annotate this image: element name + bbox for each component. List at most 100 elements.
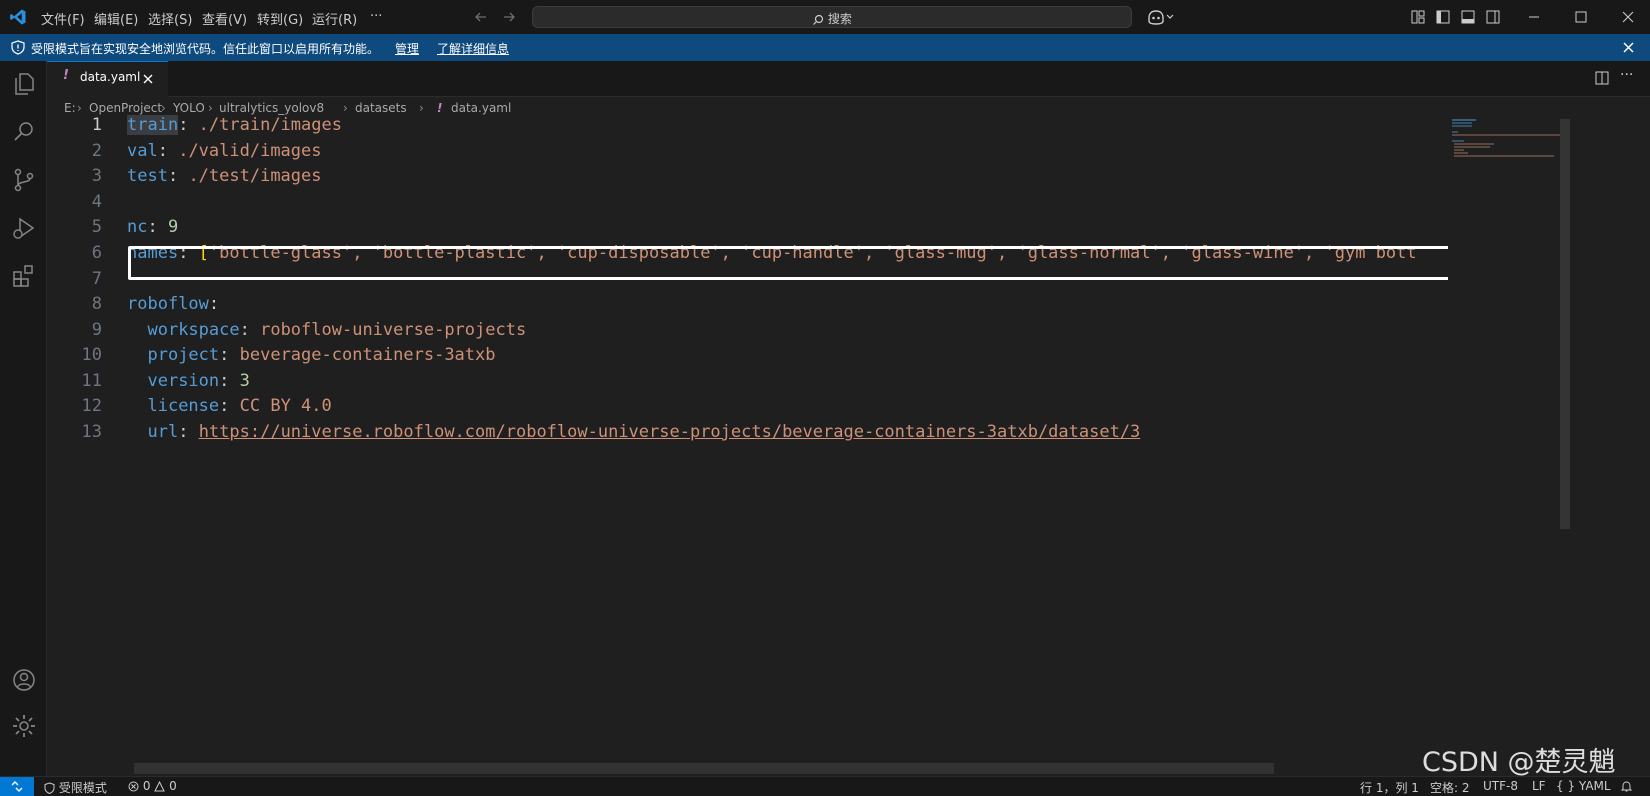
minimize-icon[interactable]: [1528, 11, 1540, 23]
breadcrumb-item[interactable]: OpenProject: [89, 101, 162, 115]
menu-view[interactable]: 查看(V): [202, 9, 247, 28]
problems-status[interactable]: 0 0: [128, 779, 177, 793]
line-number: 9: [91, 320, 102, 340]
explorer-icon[interactable]: [11, 71, 37, 97]
search-view-icon[interactable]: [11, 119, 37, 145]
more-actions-icon[interactable]: ···: [1620, 67, 1633, 83]
restricted-mode-banner: 受限模式旨在实现安全地浏览代码。信任此窗口以启用所有功能。 管理 了解详细信息: [0, 34, 1650, 61]
menu-selection[interactable]: 选择(S): [148, 9, 192, 28]
code-line: project: beverage-containers-3atxb: [147, 345, 496, 365]
line-number: 4: [91, 192, 102, 212]
toggle-secondary-sidebar-icon[interactable]: [1486, 10, 1500, 24]
breadcrumb-item[interactable]: ultralytics_yolov8: [219, 101, 324, 115]
minimap[interactable]: [1448, 119, 1565, 719]
code-line: val: ./valid/images: [127, 141, 322, 161]
line-number: 11: [81, 371, 102, 391]
status-bar: 受限模式 0 0 行 1，列 1 空格: 2 UTF-8 LF { } YAML: [0, 776, 1650, 796]
close-window-icon[interactable]: [1622, 11, 1634, 23]
menu-more[interactable]: ···: [370, 9, 382, 24]
yaml-file-icon: !: [63, 68, 69, 83]
banner-learn-more-link[interactable]: 了解详细信息: [437, 40, 509, 57]
remote-icon: [11, 781, 23, 792]
customize-layout-icon[interactable]: [1411, 10, 1425, 24]
code-line: test: ./test/images: [127, 166, 322, 186]
line-number: 13: [81, 422, 102, 442]
tab-close-icon[interactable]: [143, 74, 153, 84]
eol-status[interactable]: LF: [1532, 779, 1546, 793]
breadcrumb-item[interactable]: YOLO: [173, 101, 205, 115]
title-bar: 文件(F) 编辑(E) 选择(S) 查看(V) 转到(G) 运行(R) ··· …: [0, 0, 1650, 34]
menu-run[interactable]: 运行(R): [312, 9, 357, 28]
remote-indicator[interactable]: [0, 777, 34, 796]
breadcrumb-item[interactable]: E:: [64, 101, 76, 115]
chevron-right-icon: ›: [419, 101, 424, 115]
back-arrow-icon[interactable]: [474, 10, 488, 24]
menu-go[interactable]: 转到(G): [257, 9, 303, 28]
yaml-value: ./valid/images: [178, 141, 322, 161]
notifications-bell-icon[interactable]: [1620, 780, 1633, 793]
chevron-right-icon: ›: [77, 101, 82, 115]
maximize-icon[interactable]: [1575, 11, 1587, 23]
shield-icon: [44, 782, 55, 794]
code-editor[interactable]: 1 train: ./train/images 2 val: ./valid/i…: [47, 115, 1650, 776]
code-line: workspace: roboflow-universe-projects: [147, 320, 527, 340]
line-number: 5: [91, 217, 102, 237]
line-number: 6: [91, 243, 102, 263]
vertical-scrollbar[interactable]: [1560, 119, 1570, 529]
yaml-value: CC BY 4.0: [239, 396, 332, 416]
yaml-key: version: [147, 371, 220, 391]
line-number: 10: [81, 345, 102, 365]
yaml-key: project: [147, 345, 220, 365]
toggle-primary-sidebar-icon[interactable]: [1436, 10, 1450, 24]
warning-count: 0: [169, 779, 177, 793]
code-line: license: CC BY 4.0: [147, 396, 332, 416]
shield-icon: [11, 40, 25, 55]
command-center-search[interactable]: 搜索: [532, 6, 1132, 28]
split-editor-icon[interactable]: [1595, 71, 1609, 85]
yaml-key: train: [127, 115, 179, 135]
yaml-value: beverage-containers-3atxb: [239, 345, 496, 365]
yaml-key: license: [147, 396, 220, 416]
forward-arrow-icon[interactable]: [502, 10, 516, 24]
yaml-file-icon: !: [437, 101, 443, 115]
breadcrumb-item[interactable]: datasets: [355, 101, 407, 115]
tab-data-yaml[interactable]: ! data.yaml: [47, 61, 168, 97]
banner-manage-link[interactable]: 管理: [395, 40, 419, 57]
source-control-icon[interactable]: [11, 167, 37, 193]
csdn-watermark: CSDN @楚灵魈: [1422, 747, 1616, 778]
encoding-status[interactable]: UTF-8: [1483, 779, 1518, 793]
yaml-value: 3: [239, 371, 250, 391]
line-number: 12: [81, 396, 102, 416]
yaml-url-link[interactable]: https://universe.roboflow.com/roboflow-u…: [199, 422, 1141, 442]
banner-message: 受限模式旨在实现安全地浏览代码。信任此窗口以启用所有功能。: [31, 42, 380, 56]
run-debug-icon[interactable]: [11, 215, 37, 241]
indentation-status[interactable]: 空格: 2: [1430, 779, 1470, 796]
editor-tab-bar: ! data.yaml ···: [47, 61, 1650, 97]
toggle-panel-icon[interactable]: [1461, 10, 1475, 24]
cursor-position[interactable]: 行 1，列 1: [1360, 779, 1419, 796]
code-line: nc: 9: [127, 217, 179, 237]
banner-close-icon[interactable]: [1623, 42, 1634, 53]
yaml-key: val: [127, 141, 158, 161]
yaml-key: url: [147, 422, 179, 442]
code-line: roboflow:: [127, 294, 220, 314]
chevron-right-icon: ›: [343, 101, 348, 115]
horizontal-scrollbar[interactable]: [134, 763, 1274, 774]
menu-edit[interactable]: 编辑(E): [94, 9, 138, 28]
settings-gear-icon[interactable]: [11, 713, 37, 739]
menu-file[interactable]: 文件(F): [41, 9, 85, 28]
copilot-icon[interactable]: [1146, 8, 1174, 26]
language-mode[interactable]: { } YAML: [1556, 779, 1611, 793]
error-icon: [128, 781, 139, 792]
line-number: 7: [91, 269, 102, 289]
accounts-icon[interactable]: [11, 667, 37, 693]
extensions-icon[interactable]: [11, 263, 37, 289]
restricted-mode-status[interactable]: 受限模式: [44, 779, 107, 796]
breadcrumb-item[interactable]: data.yaml: [451, 101, 511, 115]
yaml-value: ./train/images: [198, 115, 342, 135]
code-line: train: ./train/images: [127, 115, 342, 135]
warning-icon: [154, 781, 166, 792]
yaml-value: ./test/images: [188, 166, 322, 186]
search-placeholder: 搜索: [827, 12, 852, 26]
code-line: version: 3: [147, 371, 250, 391]
